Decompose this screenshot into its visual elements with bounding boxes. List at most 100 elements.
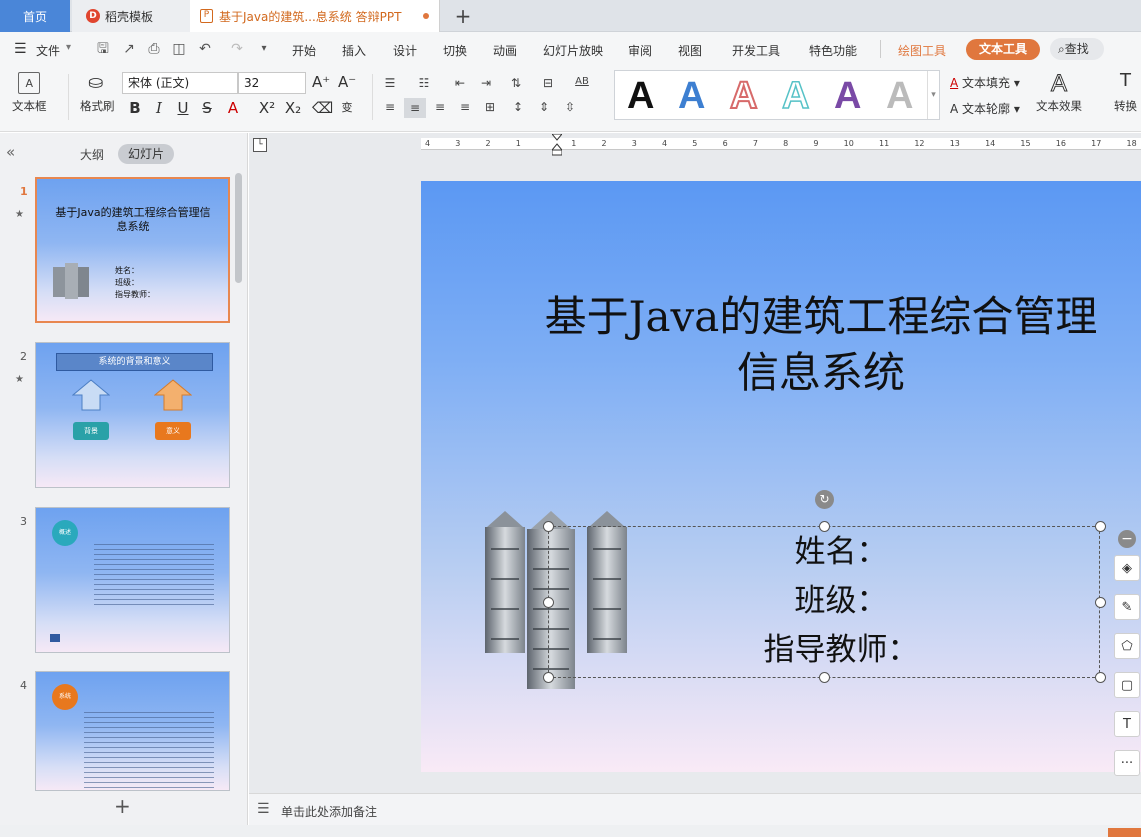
justify-icon[interactable]: ≡ (457, 100, 473, 114)
menu-draw-tool[interactable]: 绘图工具 (898, 42, 946, 59)
tab-daoke-template[interactable]: D 稻壳模板 (72, 0, 190, 32)
bold-icon[interactable]: B (126, 99, 144, 117)
menu-view[interactable]: 视图 (678, 42, 702, 59)
slide-title[interactable]: 基于Java的建筑工程综合管理 信息系统 (501, 289, 1141, 401)
collapse-tools-icon[interactable]: − (1118, 530, 1136, 548)
frame-icon[interactable]: ▢ (1114, 672, 1140, 698)
rotate-handle-icon[interactable]: ↻ (815, 490, 834, 509)
text-direction-icon[interactable]: ⇅ (508, 76, 524, 90)
style-red-outline-icon[interactable]: A (729, 74, 758, 118)
font-grow-icon[interactable]: A⁺ (312, 73, 330, 91)
menu-design[interactable]: 设计 (393, 42, 417, 59)
fill-icon[interactable]: ⬠ (1114, 633, 1140, 659)
gallery-more-icon[interactable]: ▾ (927, 71, 939, 119)
redo-icon[interactable]: ↷ (228, 40, 246, 58)
resize-handle[interactable] (1095, 672, 1106, 683)
phonetic-icon[interactable]: 变 (338, 99, 356, 115)
more-quick-icon[interactable]: ▾ (255, 40, 273, 58)
font-size-select[interactable]: 32 (238, 72, 306, 94)
style-purple-icon[interactable]: A (834, 74, 861, 118)
slide-canvas[interactable]: 基于Java的建筑工程综合管理 信息系统 姓名： 班级： 指导教师： ↻ (421, 181, 1141, 772)
collapse-panel-icon[interactable]: « (6, 143, 15, 161)
info-name: 姓名： (794, 534, 888, 570)
more-tools-button[interactable]: ··· (1114, 750, 1140, 776)
align-left-icon[interactable]: ≡ (382, 100, 398, 114)
menu-text-tool[interactable]: 文本工具 (966, 39, 1040, 60)
resize-handle[interactable] (819, 672, 830, 683)
textbox-button[interactable]: A 文本框 (12, 72, 47, 114)
panel-scrollbar[interactable] (235, 173, 242, 283)
resize-handle[interactable] (543, 521, 554, 532)
menu-review[interactable]: 审阅 (628, 42, 652, 59)
bullet-list-icon[interactable]: ☰ (382, 76, 398, 90)
text-outline-button[interactable]: A 文本轮廓 ▾ (950, 100, 1020, 117)
new-tab-button[interactable]: + (450, 0, 476, 32)
save-icon[interactable]: 🖫 (94, 40, 112, 58)
align-center-icon[interactable]: ≡ (404, 98, 426, 118)
menu-features[interactable]: 特色功能 (809, 42, 857, 59)
resize-handle[interactable] (543, 672, 554, 683)
info-textbox[interactable]: 姓名： 班级： 指导教师： (721, 528, 961, 675)
slide-thumb-1[interactable]: 基于Java的建筑工程综合管理信息系统 姓名： 班级： 指导教师： (35, 177, 230, 323)
italic-icon[interactable]: I (150, 99, 168, 117)
text-fill-button[interactable]: A 文本填充 ▾ (950, 74, 1020, 91)
indent-marker-icon[interactable] (552, 134, 562, 156)
slides-tab[interactable]: 幻灯片 (118, 144, 174, 164)
tab-stop-icon[interactable]: └ (253, 138, 267, 152)
menu-slideshow[interactable]: 幻灯片放映 (543, 42, 603, 59)
menu-file[interactable]: 文件 (36, 42, 60, 59)
style-black-icon[interactable]: A (627, 74, 654, 118)
menu-animation[interactable]: 动画 (493, 42, 517, 59)
distribute-icon[interactable]: ⊞ (482, 100, 498, 114)
resize-handle[interactable] (1095, 521, 1106, 532)
paragraph-spacing-icon[interactable]: ⇕ (536, 100, 552, 114)
menu-start[interactable]: 开始 (292, 42, 316, 59)
strikethrough-icon[interactable]: S (198, 99, 216, 117)
superscript-icon[interactable]: X² (258, 99, 276, 117)
preview-icon[interactable]: ◫ (170, 40, 188, 58)
export-icon[interactable]: ↗ (120, 40, 138, 58)
resize-handle[interactable] (819, 521, 830, 532)
resize-handle[interactable] (1095, 597, 1106, 608)
outline-tab[interactable]: 大纲 (80, 146, 104, 163)
convert-button[interactable]: T 转换 (1114, 70, 1137, 114)
notes-bar[interactable]: ☰ 单击此处添加备注 (249, 793, 1141, 825)
print-icon[interactable]: ⎙ (145, 40, 163, 58)
style-gray-icon[interactable]: A (886, 74, 913, 118)
style-blue-icon[interactable]: A (678, 74, 705, 118)
align-text-icon[interactable]: ⊟ (540, 76, 556, 90)
columns-icon[interactable]: ⇳ (562, 100, 578, 114)
decrease-indent-icon[interactable]: ⇤ (452, 76, 468, 90)
clear-format-icon[interactable]: ⌫ (312, 99, 333, 117)
text-effect-button[interactable]: A 文本效果 (1036, 70, 1082, 114)
format-painter-button[interactable]: ⛀ 格式刷 (80, 72, 115, 114)
menu-devtools[interactable]: 开发工具 (732, 42, 780, 59)
underline-icon[interactable]: U (174, 99, 192, 117)
style-teal-outline-icon[interactable]: A (781, 74, 810, 118)
numbered-list-icon[interactable]: ☷ (416, 76, 432, 90)
slide-thumb-2[interactable]: 系统的背景和意义 背景 意义 (35, 342, 230, 488)
tab-document[interactable]: P 基于Java的建筑...息系统 答辩PPT (190, 0, 440, 32)
resize-handle[interactable] (543, 597, 554, 608)
pen-icon[interactable]: ✎ (1114, 594, 1140, 620)
subscript-icon[interactable]: X₂ (284, 99, 302, 117)
undo-icon[interactable]: ↶ (196, 40, 214, 58)
add-slide-button[interactable]: + (114, 794, 131, 818)
search-button[interactable]: ⌕查找 (1050, 38, 1104, 60)
align-right-icon[interactable]: ≡ (432, 100, 448, 114)
font-color-icon[interactable]: A (224, 99, 242, 117)
line-spacing-icon[interactable]: ↕ (510, 100, 526, 114)
menu-insert[interactable]: 插入 (342, 42, 366, 59)
layers-icon[interactable]: ◈ (1114, 555, 1140, 581)
slide-thumb-3[interactable]: 概述 (35, 507, 230, 653)
text-convert-icon[interactable]: T (1114, 711, 1140, 737)
tab-home[interactable]: 首页 (0, 0, 70, 32)
slide-thumb-4[interactable]: 系统 (35, 671, 230, 791)
font-shrink-icon[interactable]: A⁻ (338, 73, 356, 91)
text-fit-icon[interactable]: AB (574, 76, 590, 87)
horizontal-ruler[interactable]: 4 3 2 1 1 2 3 4 5 6 7 8 9 10 11 12 13 14 15 16 17 18 (421, 138, 1141, 150)
font-family-select[interactable]: 宋体 (正文) (122, 72, 238, 94)
hamburger-icon[interactable]: ☰ (14, 41, 27, 57)
menu-transition[interactable]: 切换 (443, 42, 467, 59)
increase-indent-icon[interactable]: ⇥ (478, 76, 494, 90)
